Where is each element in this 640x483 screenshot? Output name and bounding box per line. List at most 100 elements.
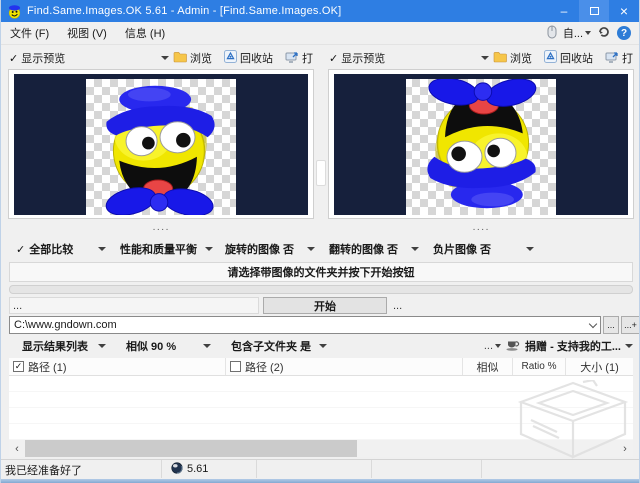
chevron-down-icon [307, 247, 315, 255]
close-button[interactable]: × [609, 0, 639, 22]
status-bar: 我已经准备好了 [1, 459, 639, 479]
left-preview-viewport [14, 74, 308, 215]
left-status-field: ... [9, 297, 259, 314]
check-icon: ✓ [9, 52, 18, 65]
right-preview-panel [329, 70, 633, 218]
coffee-cup-icon [506, 339, 520, 354]
recycle-bin-icon [224, 50, 237, 66]
monitor-arrow-icon [605, 51, 619, 66]
right-open-button[interactable]: 打 [605, 50, 633, 66]
menu-view[interactable]: 视图 (V) [58, 22, 116, 44]
chevron-down-icon [98, 247, 106, 255]
chevron-down-icon [585, 31, 591, 38]
chevron-down-icon [319, 344, 327, 352]
folder-path-combobox[interactable]: C:\www.gndown.com [9, 316, 601, 334]
chevron-down-icon [205, 247, 213, 255]
column-path1[interactable]: ✓ 路径 (1) [9, 358, 226, 375]
scroll-left-button[interactable]: ‹ [9, 440, 25, 457]
donate-label: 捐赠 - 支持我的工... [525, 338, 621, 354]
show-results-label: 显示结果列表 [22, 338, 88, 354]
results-table-body[interactable] [9, 376, 633, 440]
column-size-label: 大小 (1) [580, 359, 619, 375]
app-window: Find.Same.Images.OK 5.61 - Admin - [Find… [0, 0, 640, 483]
right-preview-image [406, 79, 556, 215]
menu-file[interactable]: 文件 (F) [1, 22, 58, 44]
left-open-label: 打 [302, 50, 313, 66]
left-preview-dropdown-icon[interactable] [161, 56, 169, 64]
scrollbar-thumb[interactable] [25, 440, 357, 457]
right-resize-grip[interactable]: ···· [329, 225, 633, 237]
folder-icon [493, 51, 507, 66]
left-recycle-label: 回收站 [240, 50, 273, 66]
subfolders-dropdown[interactable]: 包含子文件夹 是 [218, 338, 322, 354]
extra-dots-dropdown[interactable]: ... [484, 340, 501, 352]
folder-path-value: C:\www.gndown.com [14, 319, 590, 331]
rotated-dropdown[interactable]: 旋转的图像 否 [218, 240, 322, 258]
column-size[interactable]: 大小 (1) [566, 358, 633, 375]
subfolders-label: 包含子文件夹 是 [231, 338, 311, 354]
window-bottom-edge [1, 479, 639, 483]
path1-checkbox[interactable]: ✓ [13, 361, 24, 372]
minimize-button[interactable]: – [549, 0, 579, 22]
status-version-cell: 5.61 [171, 459, 208, 479]
chevron-down-icon [495, 344, 501, 351]
browse-folder-button[interactable]: ... [603, 316, 619, 334]
mouse-icon [547, 25, 557, 42]
help-icon[interactable]: ? [617, 26, 631, 40]
check-icon: ✓ [329, 52, 338, 65]
left-open-button[interactable]: 打 [285, 50, 313, 66]
horizontal-scrollbar[interactable]: ‹ › [9, 440, 633, 457]
flipped-dropdown[interactable]: 翻转的图像 否 [322, 240, 426, 258]
left-recycle-button[interactable]: 回收站 [224, 50, 273, 66]
path2-checkbox[interactable] [230, 361, 241, 372]
right-preview-viewport [334, 74, 628, 215]
add-folder-button[interactable]: ...+ [621, 316, 640, 334]
left-panel-toolbar: ✓ 显示预览 浏览 回收站 [9, 48, 313, 68]
donate-button[interactable]: 捐赠 - 支持我的工... [525, 338, 633, 354]
left-preview-panel [9, 70, 313, 218]
left-show-preview-toggle[interactable]: ✓ 显示预览 [9, 50, 65, 66]
right-panel-toolbar: ✓ 显示预览 浏览 回收站 [329, 48, 633, 68]
similarity-dropdown[interactable]: 相似 90 % [113, 338, 218, 354]
right-browse-button[interactable]: 浏览 [493, 50, 532, 66]
rotated-label: 旋转的图像 否 [225, 241, 294, 257]
quality-label: 性能和质量平衡 [120, 241, 197, 257]
column-path2[interactable]: 路径 (2) [226, 358, 463, 375]
left-browse-label: 浏览 [190, 50, 212, 66]
auto-dropdown[interactable]: 自... [563, 25, 591, 41]
left-browse-button[interactable]: 浏览 [173, 50, 212, 66]
panel-splitter-grip[interactable] [316, 160, 326, 186]
compare-options-row: ✓ 全部比较 性能和质量平衡 旋转的图像 否 翻转的图像 否 负片图像 否 [9, 240, 633, 258]
orb-icon [171, 462, 183, 477]
compare-all-label: 全部比较 [29, 241, 73, 257]
right-recycle-button[interactable]: 回收站 [544, 50, 593, 66]
start-button[interactable]: 开始 [263, 297, 387, 314]
maximize-button[interactable] [579, 0, 609, 22]
chevron-down-icon [526, 247, 534, 255]
monitor-arrow-icon [285, 51, 299, 66]
menu-bar: 文件 (F) 视图 (V) 信息 (H) 自... ? [1, 22, 639, 45]
menu-info[interactable]: 信息 (H) [116, 22, 174, 44]
column-similar-label: 相似 [477, 359, 499, 375]
show-results-dropdown[interactable]: 显示结果列表 [9, 338, 113, 354]
column-ratio[interactable]: Ratio % [513, 358, 566, 375]
right-show-preview-toggle[interactable]: ✓ 显示预览 [329, 50, 385, 66]
chevron-down-icon [625, 344, 633, 352]
column-ratio-label: Ratio % [521, 361, 556, 372]
left-resize-grip[interactable]: ···· [9, 225, 313, 237]
scroll-right-button[interactable]: › [617, 440, 633, 457]
right-open-label: 打 [622, 50, 633, 66]
right-preview-dropdown-icon[interactable] [481, 56, 489, 64]
left-show-preview-label: 显示预览 [21, 50, 65, 66]
refresh-icon[interactable] [597, 25, 611, 41]
negative-dropdown[interactable]: 负片图像 否 [426, 240, 541, 258]
quality-dropdown[interactable]: 性能和质量平衡 [113, 240, 218, 258]
instruction-message: 请选择带图像的文件夹并按下开始按钮 [9, 262, 633, 282]
column-similar[interactable]: 相似 [463, 358, 513, 375]
combo-chevron-icon[interactable] [589, 319, 597, 327]
compare-all-dropdown[interactable]: ✓ 全部比较 [9, 240, 113, 258]
chevron-down-icon [203, 344, 211, 352]
window-title: Find.Same.Images.OK 5.61 - Admin - [Find… [27, 5, 341, 17]
flipped-label: 翻转的图像 否 [329, 241, 398, 257]
status-message: 我已经准备好了 [1, 462, 82, 478]
